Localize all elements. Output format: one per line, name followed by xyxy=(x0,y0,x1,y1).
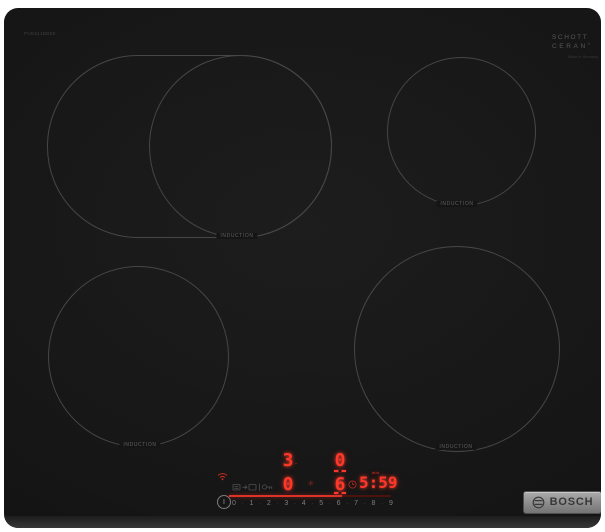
schott-line3: Made in Germany xyxy=(568,55,598,60)
schott-line2: CERAN® xyxy=(552,42,590,51)
glass-bottom-edge xyxy=(4,516,601,528)
scale-separator: · xyxy=(276,500,279,507)
level-display-front-left[interactable]: 0 xyxy=(281,476,295,494)
power-level-2[interactable]: 2 xyxy=(267,500,271,507)
scale-separator: · xyxy=(241,500,244,507)
registered-mark: ® xyxy=(587,42,590,46)
power-level-9[interactable]: 9 xyxy=(389,500,393,507)
power-level-scale[interactable]: 0 · 1 · 2 · 3 · 4 · 5 · 6 · 7 · 8 · 9 xyxy=(232,499,393,508)
power-level-5[interactable]: 5 xyxy=(319,500,323,507)
timer-clock-icon[interactable] xyxy=(348,480,357,489)
scale-separator: · xyxy=(328,500,331,507)
power-slider-bar-inactive[interactable] xyxy=(342,495,391,497)
pan-icon xyxy=(232,484,241,491)
scale-separator: · xyxy=(311,500,314,507)
schott-line1: SCHOTT xyxy=(552,34,589,41)
level-display-back-right[interactable]: 0 xyxy=(333,452,347,470)
pan-detection-indicator: ∗ xyxy=(307,478,315,488)
schott-ceran-logo: SCHOTT CERAN® Made in Germany xyxy=(552,34,598,59)
power-level-0[interactable]: 0 xyxy=(232,500,236,507)
selected-zone-bar-top xyxy=(334,470,346,472)
zone-front-right-circle xyxy=(354,246,560,452)
scale-separator: · xyxy=(293,500,296,507)
bosch-logo-text: BOSCH xyxy=(549,496,594,508)
zone-label-back-left: INDUCTION xyxy=(216,233,258,239)
power-slider-bar-active[interactable] xyxy=(229,495,342,497)
power-button[interactable]: I xyxy=(217,495,231,509)
power-level-8[interactable]: 8 xyxy=(372,500,376,507)
zone-label-front-right: INDUCTION xyxy=(435,444,477,450)
cooktop-glass: PUE611BB5E SCHOTT CERAN® Made in Germany… xyxy=(4,8,601,528)
level-back-left-dot: . xyxy=(295,459,297,466)
product-photo: PUE611BB5E SCHOTT CERAN® Made in Germany… xyxy=(0,0,605,532)
level-display-back-left[interactable]: 3 xyxy=(281,452,295,470)
key-lock-icon xyxy=(261,484,273,490)
zone-label-back-right: INDUCTION xyxy=(436,201,478,207)
scale-separator: · xyxy=(363,500,366,507)
pause-transfer-lock-keys[interactable] xyxy=(232,482,274,492)
zone-back-left-circle xyxy=(149,55,332,238)
timer-display[interactable]: 5:59 xyxy=(359,475,398,491)
pan-icon-2 xyxy=(248,484,257,491)
bosch-badge: BOSCH xyxy=(524,492,601,513)
zone-back-right-circle xyxy=(387,57,536,206)
power-level-3[interactable]: 3 xyxy=(284,500,288,507)
scale-separator: · xyxy=(346,500,349,507)
selected-zone-bar-bottom xyxy=(334,492,346,494)
scale-separator: · xyxy=(381,500,384,507)
power-level-7[interactable]: 7 xyxy=(354,500,358,507)
bosch-logo-icon xyxy=(532,496,545,509)
wifi-icon xyxy=(217,473,228,481)
power-symbol: I xyxy=(223,498,225,506)
power-level-6[interactable]: 6 xyxy=(337,500,341,507)
model-number: PUE611BB5E xyxy=(24,31,56,36)
zone-front-left-circle xyxy=(48,266,229,447)
power-level-1[interactable]: 1 xyxy=(249,500,253,507)
transfer-arrow-icon xyxy=(242,485,248,490)
zone-label-front-left: INDUCTION xyxy=(119,442,161,448)
power-level-4[interactable]: 4 xyxy=(302,500,306,507)
scale-separator: · xyxy=(259,500,262,507)
